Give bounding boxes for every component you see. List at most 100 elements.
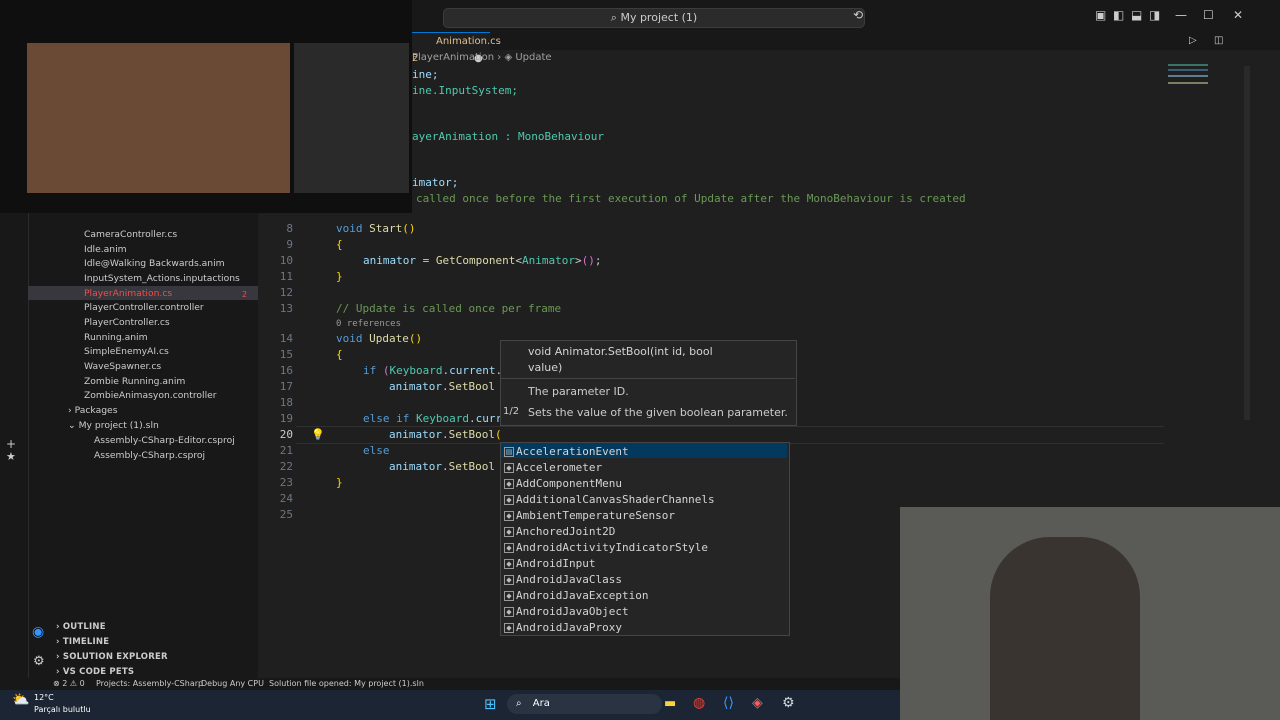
file-item[interactable]: Zombie Running.anim: [84, 376, 185, 387]
code-line-comment-start: called once before the first execution o…: [416, 192, 966, 205]
solution-item[interactable]: ⌄ My project (1).sln: [68, 420, 159, 431]
section-outline[interactable]: › OUTLINE: [56, 622, 106, 632]
chrome-icon[interactable]: ◍: [693, 695, 705, 711]
suggestion-kind-icon: ◆: [504, 463, 514, 473]
section-timeline[interactable]: › TIMELINE: [56, 637, 109, 647]
problems-status[interactable]: ⊗ 2 ⚠ 0: [53, 679, 85, 688]
file-item[interactable]: SimpleEnemyAI.cs: [84, 346, 169, 357]
code-line-brace: {: [336, 348, 343, 361]
toggle-sidebar-icon[interactable]: ◧: [1113, 8, 1124, 22]
file-item[interactable]: Idle@Walking Backwards.anim: [84, 258, 225, 269]
project-item-main[interactable]: Assembly-CSharp.csproj: [94, 450, 205, 461]
gear-icon[interactable]: ⚙: [33, 654, 45, 669]
file-item[interactable]: PlayerAnimation.cs: [84, 288, 172, 299]
packages-folder[interactable]: › Packages: [68, 405, 117, 416]
file-item[interactable]: PlayerController.controller: [84, 302, 204, 313]
app-icon[interactable]: ◈: [752, 695, 763, 711]
vscode-icon[interactable]: ⟨⟩: [723, 695, 734, 711]
minimap[interactable]: [1168, 64, 1208, 94]
toggle-panel-icon[interactable]: ⬓: [1131, 8, 1142, 22]
suggestion-item[interactable]: AnchoredJoint2D: [516, 525, 615, 538]
command-center[interactable]: ⌕ My project (1): [443, 8, 865, 28]
taskbar-search[interactable]: ⌕ Ara: [507, 694, 662, 714]
code-line-using-1: ine;: [412, 68, 439, 81]
breadcrumb-class[interactable]: PlayerAnimation: [412, 52, 494, 63]
chevron-right-icon: ›: [56, 652, 63, 662]
line-number: 12: [279, 286, 293, 299]
split-editor-icon[interactable]: ◫: [1214, 35, 1223, 46]
minimize-button[interactable]: —: [1175, 8, 1187, 22]
suggestion-item[interactable]: AndroidJavaObject: [516, 605, 629, 618]
weather-temperature[interactable]: 12°C: [34, 693, 54, 702]
screen-recording-overlay: [0, 0, 412, 213]
code-line-class: ayerAnimation : MonoBehaviour: [412, 130, 605, 143]
suggestion-kind-icon: ◆: [504, 527, 514, 537]
status-message: Solution file opened: My project (1).sln: [269, 679, 424, 688]
start-icon[interactable]: ⊞: [484, 695, 497, 713]
line-number: 13: [279, 302, 293, 315]
line-number: 16: [279, 364, 293, 377]
file-item[interactable]: CameraController.cs: [84, 229, 177, 240]
settings-icon[interactable]: ⚙: [782, 695, 795, 711]
code-line-brace: }: [336, 270, 343, 283]
line-number: 8: [286, 222, 293, 235]
suggestion-item[interactable]: AndroidJavaException: [516, 589, 648, 602]
suggestion-item[interactable]: AmbientTemperatureSensor: [516, 509, 675, 522]
code-line-if: if (Keyboard.current.: [363, 364, 503, 377]
suggestion-item[interactable]: AddComponentMenu: [516, 477, 622, 490]
code-lens-references[interactable]: 0 references: [336, 319, 401, 329]
config-status[interactable]: Debug Any CPU: [201, 679, 264, 688]
section-solution-explorer[interactable]: › SOLUTION EXPLORER: [56, 652, 168, 662]
file-item[interactable]: Idle.anim: [84, 244, 127, 255]
run-icon[interactable]: ▷: [1189, 35, 1197, 46]
overload-counter[interactable]: 1/2: [503, 406, 519, 417]
suggestion-item[interactable]: AdditionalCanvasShaderChannels: [516, 493, 715, 506]
lightbulb-icon[interactable]: 💡: [311, 428, 325, 441]
chevron-right-icon: ›: [56, 622, 63, 632]
suggestion-item[interactable]: AccelerationEvent: [516, 445, 629, 458]
problem-badge: 2: [242, 290, 248, 299]
weather-icon[interactable]: ⛅: [12, 692, 29, 708]
suggestion-kind-icon: ◆: [504, 607, 514, 617]
copilot-icon[interactable]: ⟲: [853, 8, 863, 22]
file-item[interactable]: Running.anim: [84, 332, 148, 343]
suggestion-item[interactable]: Accelerometer: [516, 461, 602, 474]
suggestion-kind-icon: ◆: [504, 479, 514, 489]
file-item[interactable]: WaveSpawner.cs: [84, 361, 161, 372]
suggestion-item[interactable]: AndroidJavaClass: [516, 573, 622, 586]
weather-description[interactable]: Parçalı bulutlu: [34, 705, 91, 714]
suggestion-item[interactable]: AndroidActivityIndicatorStyle: [516, 541, 708, 554]
signature-text: void Animator.SetBool(int id, bool value): [528, 345, 713, 374]
line-number: 25: [279, 508, 293, 521]
line-number: 9: [286, 238, 293, 251]
line-number: 17: [279, 380, 293, 393]
suggestion-item[interactable]: AndroidJavaProxy: [516, 621, 622, 634]
star-icon[interactable]: ★: [6, 450, 16, 463]
scrollbar[interactable]: [1244, 66, 1250, 420]
maximize-button[interactable]: ☐: [1203, 8, 1214, 22]
project-status[interactable]: Projects: Assembly-CSharp: [96, 679, 203, 688]
file-item[interactable]: InputSystem_Actions.inputactions: [84, 273, 240, 284]
suggestion-kind-icon: ◆: [504, 559, 514, 569]
accounts-icon[interactable]: ◉: [32, 624, 44, 640]
code-line-setbool-1: animator.SetBool: [389, 380, 495, 393]
chevron-down-icon: ⌄: [68, 420, 76, 431]
suggestion-kind-icon: ◆: [504, 543, 514, 553]
line-number: 22: [279, 460, 293, 473]
window-title: My project (1): [620, 11, 698, 24]
suggestion-item[interactable]: AndroidInput: [516, 557, 595, 570]
breadcrumb-method[interactable]: Update: [515, 52, 551, 63]
section-vscode-pets[interactable]: › VS CODE PETS: [56, 667, 134, 677]
add-icon[interactable]: +: [6, 437, 16, 451]
toggle-secondary-sidebar-icon[interactable]: ◨: [1149, 8, 1160, 22]
tab-player-animation[interactable]: Animation.cs 2 ●: [412, 32, 501, 64]
line-number-active: 20: [279, 428, 293, 441]
close-button[interactable]: ✕: [1233, 8, 1243, 22]
file-item[interactable]: PlayerController.cs: [84, 317, 170, 328]
file-item[interactable]: ZombieAnimasyon.controller: [84, 390, 217, 401]
chevron-right-icon: ›: [56, 667, 63, 677]
layout-icon[interactable]: ▣: [1095, 8, 1106, 22]
code-line-brace: }: [336, 476, 343, 489]
project-item-editor[interactable]: Assembly-CSharp-Editor.csproj: [94, 435, 235, 446]
file-explorer-icon[interactable]: ▬: [664, 696, 676, 711]
